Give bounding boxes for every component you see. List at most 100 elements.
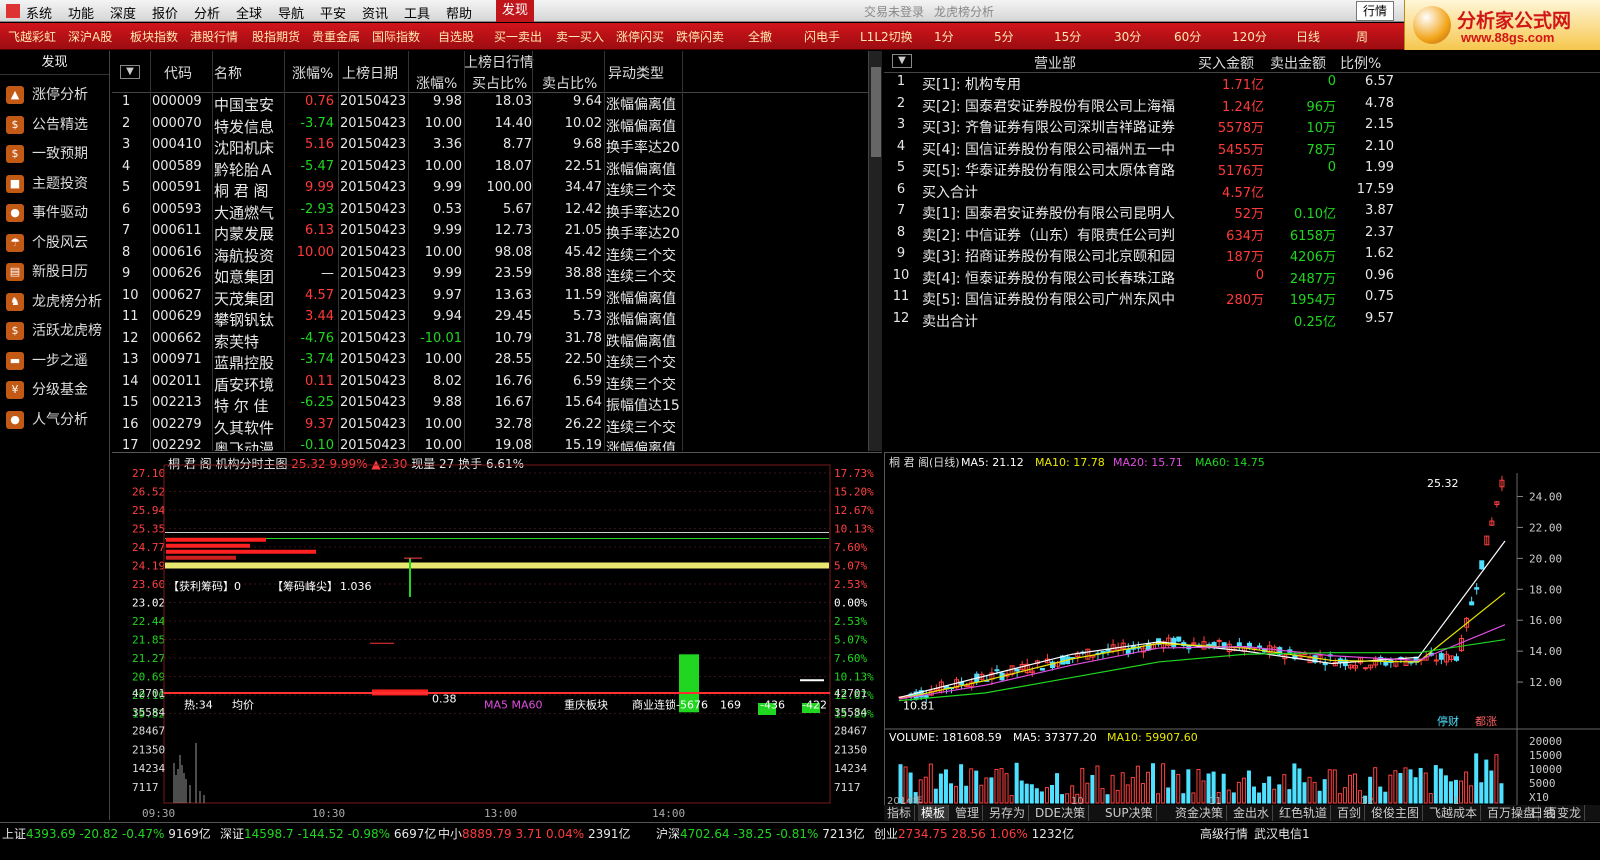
indicator-tab[interactable]: 飞越成本 (1426, 805, 1482, 821)
table-row[interactable]: 7 卖[1]: 国泰君安证券股份有限公司昆明人 52万 0.10亿 3.87 (884, 201, 1600, 222)
menu-tools[interactable]: 工具 (404, 3, 430, 22)
header-date[interactable]: 上榜日期 (342, 63, 398, 83)
table-row[interactable]: 14 002011 盾安环境 0.11 20150423 8.02 16.76 6.59 连续三… (112, 372, 868, 394)
table-row[interactable]: 11 卖[5]: 国信证券股份有限公司广州东风中 280万 1954万 0.75 (884, 287, 1600, 308)
sidebar-item[interactable]: ● 事件驱动 (6, 199, 106, 227)
header-sub-pct[interactable]: 涨幅% (416, 73, 457, 93)
table-row[interactable]: 9 000626 如意集团 — 20150423 9.99 23.59 38.88 连续三个交 (112, 264, 868, 286)
badge-stop[interactable]: 停财 (1437, 714, 1459, 728)
toolbar-button[interactable]: 板块指数 (130, 28, 178, 45)
toolbar-button[interactable]: 1分 (934, 28, 954, 45)
broker-dropdown-icon[interactable]: ▼ (892, 54, 912, 68)
table-row[interactable]: 11 000629 攀钢钒钛 3.44 20150423 9.94 29.45 5.73 涨幅偏… (112, 307, 868, 329)
toolbar-button[interactable]: 15分 (1054, 28, 1081, 45)
table-row[interactable]: 9 卖[3]: 招商证券股份有限公司北京颐和园 187万 4206万 1.62 (884, 244, 1600, 265)
table-row[interactable]: 15 002213 特 尔 佳 -6.25 20150423 9.88 16.67 15.64… (112, 393, 868, 415)
period-daily[interactable]: 日线 (1528, 805, 1558, 821)
menu-system[interactable]: 系统 (26, 3, 52, 22)
scroll-thumb[interactable] (871, 67, 881, 157)
header-sell-amt[interactable]: 卖出金额 (1270, 53, 1326, 73)
toolbar-button[interactable]: L1L2切换 (860, 28, 913, 45)
toolbar-button[interactable]: 跌停闪卖 (676, 28, 724, 45)
menu-news[interactable]: 资讯 (362, 3, 388, 22)
quote-tab[interactable]: 行情 (1356, 1, 1395, 21)
menu-discover[interactable]: 发现 (496, 0, 535, 22)
toolbar-button[interactable]: 周 (1356, 28, 1368, 45)
table-row[interactable]: 2 000070 特发信息 -3.74 20150423 10.00 14.40 10.02 涨… (112, 114, 868, 136)
table-row[interactable]: 1 000009 中国宝安 0.76 20150423 9.98 18.03 9.64 涨幅偏离… (112, 92, 868, 114)
table-row[interactable]: 12 卖出合计 0.25亿 9.57 (884, 309, 1600, 330)
table-row[interactable]: 3 买[3]: 齐鲁证券有限公司深圳吉祥路证券 5578万 10万 2.15 (884, 115, 1600, 136)
menu-pingan[interactable]: 平安 (320, 3, 346, 22)
header-pct[interactable]: 涨幅% (292, 63, 333, 83)
sidebar-item[interactable]: ■ 主题投资 (6, 170, 106, 198)
toolbar-button[interactable]: 日线 (1296, 28, 1320, 45)
toolbar-button[interactable]: 卖一买入 (556, 28, 604, 45)
table-row[interactable]: 7 000611 内蒙发展 6.13 20150423 9.99 12.73 21.05 换手率… (112, 221, 868, 243)
sidebar-item[interactable]: ▲ 涨停分析 (6, 81, 106, 109)
table-row[interactable]: 13 000971 蓝鼎控股 -3.74 20150423 10.00 28.55 22.50… (112, 350, 868, 372)
toolbar-button[interactable]: 闪电手 (804, 28, 840, 45)
indicator-tab[interactable]: 资金决策 (1172, 805, 1228, 821)
header-buy-amt[interactable]: 买入金额 (1198, 53, 1254, 73)
toolbar-button[interactable]: 飞越彩虹 (8, 28, 56, 45)
header-type[interactable]: 异动类型 (608, 63, 664, 83)
table-row[interactable]: 4 买[4]: 国信证券股份有限公司福州五一中 5455万 78万 2.10 (884, 137, 1600, 158)
table-row[interactable]: 5 买[5]: 华泰证券股份有限公司太原体育路 5176万 0 1.99 (884, 158, 1600, 179)
toolbar-button[interactable]: 深沪A股 (68, 28, 112, 45)
header-name[interactable]: 名称 (214, 63, 242, 83)
table-row[interactable]: 3 000410 沈阳机床 5.16 20150423 3.36 8.77 9.68 换手率达2… (112, 135, 868, 157)
header-sell[interactable]: 卖占比% (542, 73, 597, 93)
table-row[interactable]: 2 买[2]: 国泰君安证券股份有限公司上海福 1.24亿 96万 4.78 (884, 94, 1600, 115)
header-buy[interactable]: 买占比% (472, 73, 527, 93)
sort-dropdown-icon[interactable]: ▼ (120, 65, 140, 79)
menu-help[interactable]: 帮助 (446, 3, 472, 22)
table-row[interactable]: 1 买[1]: 机构专用 1.71亿 0 6.57 (884, 72, 1600, 93)
sidebar-item[interactable]: $ 活跃龙虎榜 (6, 317, 106, 345)
toolbar-button[interactable]: 60分 (1174, 28, 1201, 45)
left-scrollbar[interactable] (868, 51, 882, 451)
table-row[interactable]: 5 000591 桐 君 阁 9.99 20150423 9.99 100.00 34.47 连… (112, 178, 868, 200)
table-row[interactable]: 10 000627 天茂集团 4.57 20150423 9.97 13.63 11.59 涨幅… (112, 286, 868, 308)
header-dept[interactable]: 营业部 (1034, 53, 1076, 73)
table-row[interactable]: 8 卖[2]: 中信证券（山东）有限责任公司判 634万 6158万 2.37 (884, 223, 1600, 244)
app-icon[interactable] (6, 4, 20, 18)
toolbar-button[interactable]: 股指期货 (252, 28, 300, 45)
indicator-tab[interactable]: 俊俊主图 (1368, 805, 1424, 821)
toolbar-button[interactable]: 贵重金属 (312, 28, 360, 45)
indicator-tab[interactable]: 红色轨道 (1276, 805, 1332, 821)
badge-up[interactable]: 都涨 (1475, 715, 1497, 728)
sidebar-item[interactable]: ¥ 分级基金 (6, 376, 106, 404)
sidebar-item[interactable]: $ 一致预期 (6, 140, 106, 168)
toolbar-button[interactable]: 自选股 (438, 28, 474, 45)
table-row[interactable]: 6 000593 大通燃气 -2.93 20150423 0.53 5.67 12.42 换手率… (112, 200, 868, 222)
toolbar-button[interactable]: 30分 (1114, 28, 1141, 45)
toolbar-button[interactable]: 120分 (1232, 28, 1267, 45)
sidebar-item[interactable]: ● 人气分析 (6, 406, 106, 434)
toolbar-button[interactable]: 涨停闪买 (616, 28, 664, 45)
toolbar-button[interactable]: 港股行情 (190, 28, 238, 45)
table-row[interactable]: 8 000616 海航投资 10.00 20150423 10.00 98.08 45.42 连… (112, 243, 868, 265)
table-row[interactable]: 6 买入合计 4.57亿 17.59 (884, 180, 1600, 201)
sidebar-item[interactable]: ☂ 个股风云 (6, 229, 106, 257)
indicator-tab[interactable]: 百剑 (1334, 805, 1366, 821)
table-row[interactable]: 10 卖[4]: 恒泰证券股份有限公司长春珠江路 0 2487万 0.96 (884, 266, 1600, 287)
indicator-tab[interactable]: SUP决策 (1102, 805, 1157, 821)
menu-navigate[interactable]: 导航 (278, 3, 304, 22)
daily-chart[interactable]: 桐 君 阁(日线) MA5: 21.12 MA10: 17.78 MA20: 15.7… (884, 452, 1600, 820)
table-row[interactable]: 17 002292 奥飞动漫 -0.10 20150423 10.00 19.08 15.19… (112, 436, 868, 451)
sidebar-item[interactable]: ▬ 一步之遥 (6, 347, 106, 375)
menu-global[interactable]: 全球 (236, 3, 262, 22)
menu-analysis[interactable]: 分析 (194, 3, 220, 22)
indicator-tab[interactable]: 模板 (918, 805, 950, 821)
table-row[interactable]: 12 000662 索芙特 -4.76 20150423 -10.01 10.79 31.78… (112, 329, 868, 351)
table-row[interactable]: 4 000589 黔轮胎Ａ -5.47 20150423 10.00 18.07 22.51 涨… (112, 157, 868, 179)
table-row[interactable]: 16 002279 久其软件 9.37 20150423 10.00 32.78 26.22 连… (112, 415, 868, 437)
menu-function[interactable]: 功能 (68, 3, 94, 22)
menu-quote[interactable]: 报价 (152, 3, 178, 22)
sidebar-item[interactable]: ▤ 新股日历 (6, 258, 106, 286)
indicator-tab[interactable]: 另存为 (986, 805, 1030, 821)
toolbar-button[interactable]: 国际指数 (372, 28, 420, 45)
toolbar-button[interactable]: 买一卖出 (494, 28, 542, 45)
sidebar-item[interactable]: $ 公告精选 (6, 111, 106, 139)
